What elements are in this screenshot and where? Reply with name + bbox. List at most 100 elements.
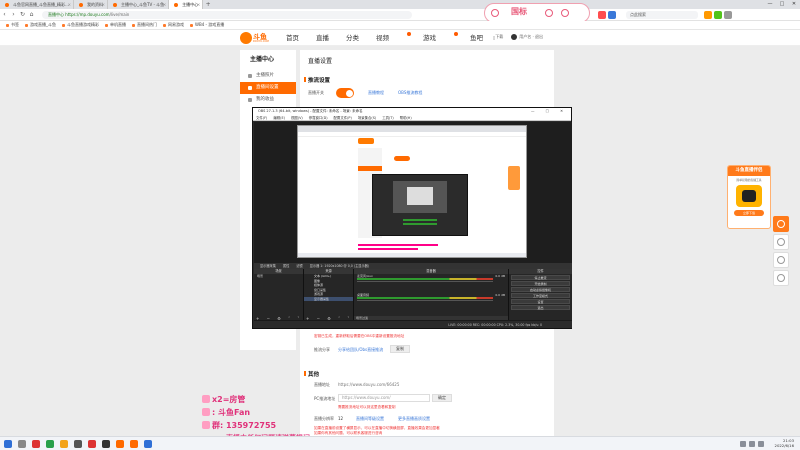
obs-title-bar[interactable]: OBS 27.1.3 (64-bit, windows) - 配置文件: 未命名…	[253, 108, 571, 115]
app-icon[interactable]	[60, 440, 68, 448]
obs-menu-help[interactable]: 帮助(H)	[400, 115, 412, 120]
obs-filters-button[interactable]: 滤镜	[296, 264, 302, 268]
volume-icon[interactable]	[749, 441, 755, 447]
side-home-button[interactable]	[773, 234, 789, 250]
side-play-button[interactable]	[773, 216, 789, 232]
obs-app-icon[interactable]	[102, 440, 110, 448]
fan-badge-icon	[202, 395, 210, 403]
exit-button[interactable]: 退出	[511, 305, 570, 310]
extension-icon[interactable]	[704, 11, 712, 19]
nav-fishbar[interactable]: 鱼吧	[470, 32, 483, 44]
close-window-icon[interactable]: ✕	[788, 0, 800, 9]
minimize-icon[interactable]: —	[764, 0, 776, 9]
avatar[interactable]	[511, 34, 518, 40]
obs-menu-edit[interactable]: 编辑(E)	[273, 115, 285, 120]
nav-video[interactable]: 视频	[376, 32, 411, 44]
close-tab-icon[interactable]: ×	[197, 0, 200, 9]
obs-source-item-selected[interactable]: 显示器采集	[304, 296, 353, 301]
promo-download-button[interactable]: 立即下载	[734, 210, 764, 216]
app-icon[interactable]	[88, 440, 96, 448]
sidebar-item-photos[interactable]: 主播照片	[240, 70, 296, 82]
close-tab-icon[interactable]: ×	[163, 0, 166, 9]
browser-tab-2[interactable]: 我的资料 ×	[74, 0, 108, 9]
tab-label: 主播中心_斗鱼TV - 斗鱼	[121, 2, 165, 7]
nav-home[interactable]: 首页	[286, 32, 299, 44]
assistant-promo-panel[interactable]: 斗鱼直播伴侣 简单易用的直播工具 立即下载	[727, 165, 771, 229]
obs-menu-docks[interactable]: 停靠窗口(D)	[309, 115, 328, 120]
download-link[interactable]: 下载	[495, 34, 503, 40]
bookmark-item[interactable]: 游戏直播_斗鱼	[25, 22, 56, 28]
nav-category[interactable]: 分类	[346, 32, 359, 44]
bookmark-item[interactable]: 单机直播	[105, 22, 126, 28]
confirm-button[interactable]: 确定	[432, 394, 452, 402]
bookmark-item[interactable]: WB4 - 游戏直播	[190, 22, 224, 28]
pc-url-input[interactable]: https://www.douyu.com/	[338, 394, 430, 402]
app-icon[interactable]	[144, 440, 152, 448]
obs-menu-scene-collection[interactable]: 场景集合(S)	[358, 115, 376, 120]
new-tab-button[interactable]: +	[203, 0, 213, 9]
close-tab-icon[interactable]: ×	[102, 0, 105, 9]
volume-slider[interactable]	[357, 280, 493, 282]
browser-search-input[interactable]: 点此搜索	[626, 11, 698, 19]
start-recording-button[interactable]: 开始录制	[511, 281, 570, 286]
browser-tab-active[interactable]: 主播中心 ×	[169, 0, 204, 9]
quality-setting-link[interactable]: 更多直播画质设置	[398, 416, 430, 422]
copy-button[interactable]: 复制	[390, 345, 410, 353]
obs-properties-button[interactable]: 属性	[283, 264, 289, 268]
tutorial-link[interactable]: 直播教程	[368, 90, 384, 96]
home-icon[interactable]: ⌂	[27, 11, 36, 18]
input-method-icon[interactable]	[758, 441, 764, 447]
menu-icon[interactable]	[724, 11, 732, 19]
network-icon[interactable]	[740, 441, 746, 447]
douyu-app-icon[interactable]	[130, 440, 138, 448]
bookmark-item[interactable]: 书签	[6, 22, 19, 28]
obs-menu-tools[interactable]: 工具(T)	[382, 115, 394, 120]
sidebar-item-room-settings[interactable]: 直播间设置	[240, 82, 296, 94]
obs-menu-view[interactable]: 视图(V)	[291, 115, 303, 120]
extension-icon[interactable]	[608, 11, 616, 19]
share-link[interactable]: 分享给团队/Obs直接推流	[338, 347, 383, 353]
bookmark-item[interactable]: 斗鱼直播游戏精彩	[62, 22, 99, 28]
live-toggle-switch[interactable]	[336, 88, 354, 98]
settings-button[interactable]: 设置	[511, 299, 570, 304]
obs-menu-file[interactable]: 文件(F)	[256, 115, 267, 120]
browser-tab-3[interactable]: 主播中心_斗鱼TV - 斗鱼 ×	[108, 0, 170, 9]
browser-app-icon[interactable]	[116, 440, 124, 448]
search-icon[interactable]	[18, 440, 26, 448]
app-icon[interactable]	[46, 440, 54, 448]
obs-window-controls[interactable]: — □ ✕	[531, 108, 568, 115]
level-setting-link[interactable]: 直播间等级设置	[356, 416, 384, 422]
taskbar-clock[interactable]: 21:03 2022/6/16	[775, 438, 794, 448]
extension-icon[interactable]	[598, 11, 606, 19]
obs-display-select[interactable]: 显示器 1: 1920x1080 @ 0,0 (主显示器)	[310, 264, 369, 268]
back-icon[interactable]: ‹	[0, 11, 9, 18]
maximize-icon[interactable]: □	[776, 0, 788, 9]
sidebar-item-income[interactable]: 我的收益	[240, 94, 296, 106]
app-icon[interactable]	[32, 440, 40, 448]
obs-scene-item[interactable]: 场景	[254, 274, 303, 279]
close-tab-icon[interactable]: ×	[68, 0, 71, 9]
volume-slider[interactable]	[357, 299, 493, 301]
virtual-camera-button[interactable]: 启动虚拟摄像机	[511, 287, 570, 292]
obs-preview-canvas[interactable]	[254, 122, 572, 263]
bookmark-item[interactable]: 网易游戏	[163, 22, 184, 28]
stop-streaming-button[interactable]: 停止推流	[511, 275, 570, 280]
app-icon[interactable]	[74, 440, 82, 448]
extension-icon[interactable]	[714, 11, 722, 19]
obs-menu-profile[interactable]: 配置文件(P)	[334, 115, 352, 120]
obs-window[interactable]: OBS 27.1.3 (64-bit, windows) - 配置文件: 未命名…	[252, 107, 572, 329]
windows-start-icon[interactable]	[4, 440, 12, 448]
bookmark-item[interactable]: 直播间热门	[132, 22, 157, 28]
nav-game[interactable]: 游戏	[423, 32, 458, 44]
user-name[interactable]: 用户名 · 退出	[519, 34, 543, 40]
obs-tutorial-link[interactable]: OBS推流教程	[398, 90, 422, 96]
url-input[interactable]: 直播中心 https://mp.douyu.com/live/main	[42, 10, 412, 19]
side-top-button[interactable]	[773, 270, 789, 286]
side-service-button[interactable]	[773, 252, 789, 268]
reload-icon[interactable]: ↻	[18, 11, 27, 18]
nav-live[interactable]: 直播	[316, 32, 329, 44]
browser-tab-1[interactable]: 斗鱼官网直播_斗鱼直播_精彩… ×	[0, 0, 74, 9]
douyu-logo[interactable]: 斗鱼 DOUYU.COM	[240, 31, 270, 45]
forward-icon[interactable]: ›	[9, 11, 18, 18]
studio-mode-button[interactable]: 工作室模式	[511, 293, 570, 298]
